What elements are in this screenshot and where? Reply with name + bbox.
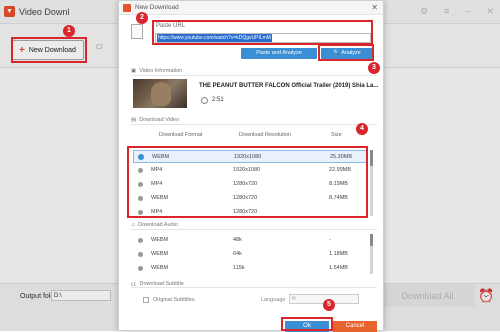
radio-icon	[138, 238, 143, 243]
thumbnail-figure	[151, 82, 171, 106]
video-thumbnail	[133, 79, 187, 108]
row-bitrate: 115k	[233, 265, 245, 271]
download-video-section-title: ▤ Download Video	[131, 117, 180, 123]
original-subtitles-checkbox[interactable]	[143, 297, 149, 303]
paste-and-analyze-button[interactable]: Paste and Analyze	[241, 48, 317, 59]
row-size: 1.18MB	[329, 251, 348, 257]
audio-row[interactable]: WEBM 115k 1.54MB	[133, 262, 367, 275]
step-badge-1: 1	[63, 25, 75, 37]
step-badge-4: 4	[356, 123, 368, 135]
video-info-section-title: ▣ Video Information	[131, 68, 183, 74]
col-download-format: Download Format	[159, 132, 203, 138]
original-subtitles-label: Original Subtitles	[153, 297, 195, 303]
highlight-ok	[281, 317, 333, 331]
col-download-resolution: Download Resolution	[239, 132, 291, 138]
audio-list-scrollbar[interactable]	[370, 234, 373, 274]
row-bitrate: 48k	[233, 237, 242, 243]
highlight-url-input	[152, 20, 373, 45]
highlight-analyze	[318, 44, 374, 61]
highlight-video-list	[127, 146, 368, 218]
audio-row[interactable]: WEBM 48k -	[133, 234, 367, 247]
radio-icon	[138, 266, 143, 271]
download-audio-section-title: ♫ Download Audio	[131, 222, 178, 228]
row-format: WEBM	[151, 251, 169, 257]
row-size: -	[329, 237, 331, 243]
video-icon: ▤	[131, 117, 137, 123]
row-format: WEBM	[151, 237, 169, 243]
step-badge-3: 3	[368, 62, 380, 74]
dialog-title: New Download	[135, 4, 179, 11]
video-list-scrollbar[interactable]	[370, 150, 373, 216]
row-size: 1.54MB	[329, 265, 348, 271]
radio-icon	[138, 252, 143, 257]
row-bitrate: 64k	[233, 251, 242, 257]
step-badge-2: 2	[136, 12, 148, 24]
video-title: THE PEANUT BUTTER FALCON Official Traile…	[199, 83, 379, 89]
divider	[131, 229, 377, 230]
divider	[131, 75, 377, 76]
scrollbar-thumb[interactable]	[370, 150, 373, 166]
step-badge-5: 5	[323, 299, 335, 311]
highlight-new-download	[11, 37, 87, 63]
col-size: Size	[331, 132, 342, 138]
scrollbar-thumb[interactable]	[370, 234, 373, 246]
audio-row[interactable]: WEBM 64k 1.18MB	[133, 248, 367, 261]
row-format: WEBM	[151, 265, 169, 271]
cancel-button[interactable]: Cancel	[333, 321, 377, 332]
dialog-close-icon[interactable]: ✕	[371, 3, 378, 12]
dialog-titlebar: New Download ✕	[119, 1, 383, 15]
clock-icon	[201, 97, 208, 104]
dialog-logo-icon	[123, 4, 131, 12]
video-info-icon: ▣	[131, 68, 137, 74]
video-duration: 2:51	[212, 97, 224, 103]
divider	[131, 124, 377, 125]
audio-icon: ♫	[131, 222, 136, 228]
divider	[131, 287, 377, 288]
language-label: Language	[261, 297, 286, 303]
url-document-icon	[131, 24, 143, 39]
